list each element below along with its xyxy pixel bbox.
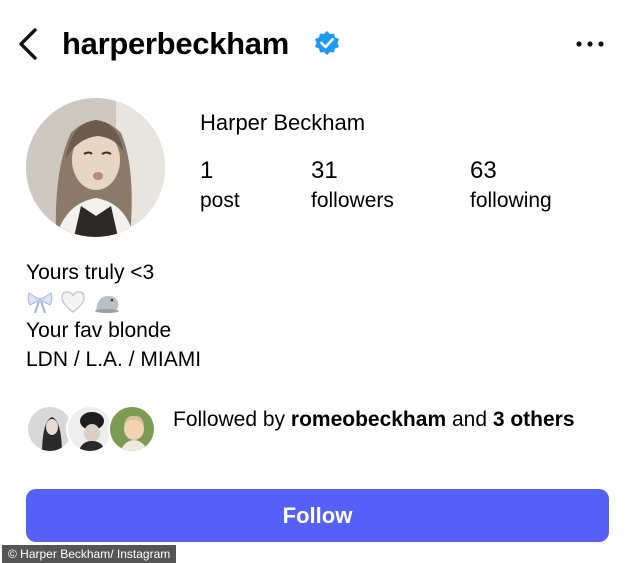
follower-avatar-3 bbox=[108, 405, 156, 453]
ribbon-bow-icon bbox=[27, 291, 53, 313]
follow-button[interactable]: Follow bbox=[26, 489, 609, 542]
stat-followers[interactable]: 31 followers bbox=[311, 157, 394, 215]
followed-by-middle: and bbox=[446, 408, 493, 431]
followed-by-user[interactable]: romeobeckham bbox=[291, 408, 446, 431]
follower-avatar-2 bbox=[66, 405, 114, 453]
profile-bio: Yours truly <3 Your fav blonde LDN / L.A… bbox=[26, 258, 201, 374]
followed-by-others[interactable]: 3 others bbox=[493, 408, 575, 431]
followed-by-section[interactable]: Followed by romeobeckham and 3 others bbox=[26, 403, 616, 463]
stat-posts-value: 1 bbox=[200, 157, 214, 184]
stat-following-value: 63 bbox=[470, 157, 497, 184]
profile-header: harperbeckham bbox=[0, 0, 634, 90]
profile-photo bbox=[26, 98, 165, 237]
stat-following-label: following bbox=[470, 189, 552, 212]
bio-line-4: LDN / L.A. / MIAMI bbox=[26, 348, 202, 371]
verified-badge-icon bbox=[315, 31, 339, 55]
stat-following[interactable]: 63 following bbox=[470, 157, 552, 215]
bio-line-3: Your fav blonde bbox=[26, 319, 172, 342]
bio-line-1: Yours truly <3 bbox=[26, 261, 155, 284]
stat-followers-label: followers bbox=[311, 189, 394, 212]
profile-display-name: Harper Beckham bbox=[200, 110, 366, 135]
stat-posts-label: post bbox=[200, 189, 240, 212]
white-heart-icon bbox=[61, 290, 85, 313]
back-button[interactable] bbox=[10, 24, 46, 64]
followed-by-text: Followed by romeobeckham and 3 others bbox=[173, 405, 593, 434]
seal-icon bbox=[95, 295, 119, 313]
bio-emoji-row bbox=[26, 287, 201, 316]
stat-posts[interactable]: 1 post bbox=[200, 157, 240, 215]
followed-by-prefix: Followed by bbox=[173, 408, 291, 431]
stat-followers-value: 31 bbox=[311, 157, 338, 184]
profile-username: harperbeckham bbox=[62, 26, 289, 61]
image-credit: © Harper Beckham/ Instagram bbox=[2, 545, 177, 563]
profile-avatar[interactable] bbox=[26, 98, 165, 237]
more-horizontal-icon bbox=[576, 41, 604, 47]
more-options-button[interactable] bbox=[570, 30, 610, 58]
chevron-left-icon bbox=[19, 28, 37, 60]
